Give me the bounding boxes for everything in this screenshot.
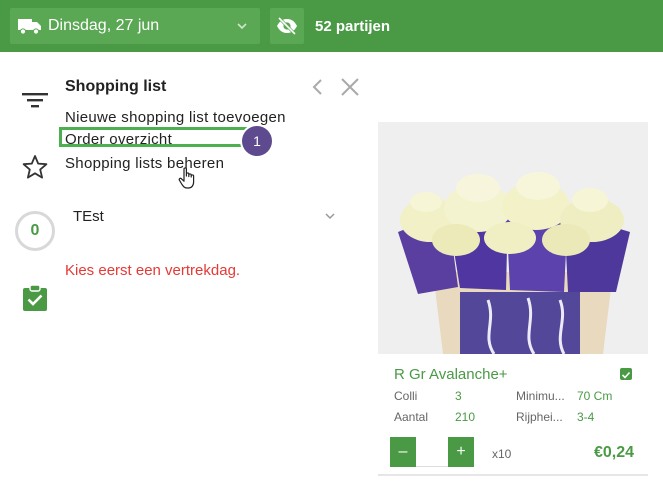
highlight-box — [59, 127, 265, 147]
top-bar: Dinsdag, 27 jun 52 partijen — [0, 0, 663, 52]
product-price: €0,24 — [594, 444, 635, 461]
chevron-down-icon — [325, 213, 335, 220]
selected-list-value: TEst — [73, 208, 104, 225]
quantity-input[interactable] — [416, 437, 448, 467]
product-card: R Gr Avalanche+ Colli 3 Minimu... 70 Cm … — [378, 122, 648, 477]
check-icon[interactable] — [620, 368, 632, 380]
star-icon[interactable] — [22, 154, 48, 180]
rose-bouquet-icon — [378, 122, 648, 354]
colli-value: 3 — [455, 389, 462, 403]
hide-lots-toggle[interactable] — [270, 8, 304, 44]
product-image[interactable] — [378, 122, 648, 354]
shopping-list-select[interactable]: TEst — [65, 200, 340, 230]
departure-date-select[interactable]: Dinsdag, 27 jun — [10, 8, 260, 44]
colli-label: Colli — [394, 389, 418, 403]
chevron-left-icon[interactable] — [311, 78, 325, 96]
eye-off-icon — [277, 17, 297, 35]
truck-icon — [18, 19, 41, 35]
add-shopping-list-link[interactable]: Nieuwe shopping list toevoegen — [65, 109, 286, 126]
increase-quantity-button[interactable]: + — [448, 437, 474, 467]
quantity-value: 210 — [455, 410, 476, 424]
minimum-length-label: Minimu... — [516, 389, 565, 403]
chevron-down-icon — [237, 23, 247, 30]
departure-date-label: Dinsdag, 27 jun — [48, 17, 160, 34]
departure-day-warning: Kies eerst een vertrekdag. — [65, 262, 241, 279]
quantity-multiplier: x10 — [492, 447, 512, 461]
cart-counter[interactable]: 0 — [15, 211, 55, 251]
clipboard-check-icon[interactable] — [22, 284, 48, 312]
card-divider — [378, 474, 648, 476]
cart-counter-value: 0 — [30, 222, 40, 239]
close-icon[interactable] — [339, 76, 361, 98]
decrease-quantity-button[interactable]: – — [390, 437, 416, 467]
step-badge: 1 — [242, 126, 272, 156]
ripeness-label: Rijphei... — [516, 410, 563, 424]
hand-cursor-icon — [178, 167, 195, 189]
lots-count: 52 partijen — [315, 18, 391, 35]
minimum-length-value: 70 Cm — [577, 389, 613, 403]
shopping-list-title: Shopping list — [65, 78, 167, 95]
manage-shopping-lists-link[interactable]: Shopping lists beheren — [65, 155, 224, 172]
quantity-label: Aantal — [394, 410, 429, 424]
ripeness-value: 3-4 — [577, 410, 595, 424]
filter-icon[interactable] — [22, 90, 48, 110]
product-name[interactable]: R Gr Avalanche+ — [394, 366, 508, 383]
